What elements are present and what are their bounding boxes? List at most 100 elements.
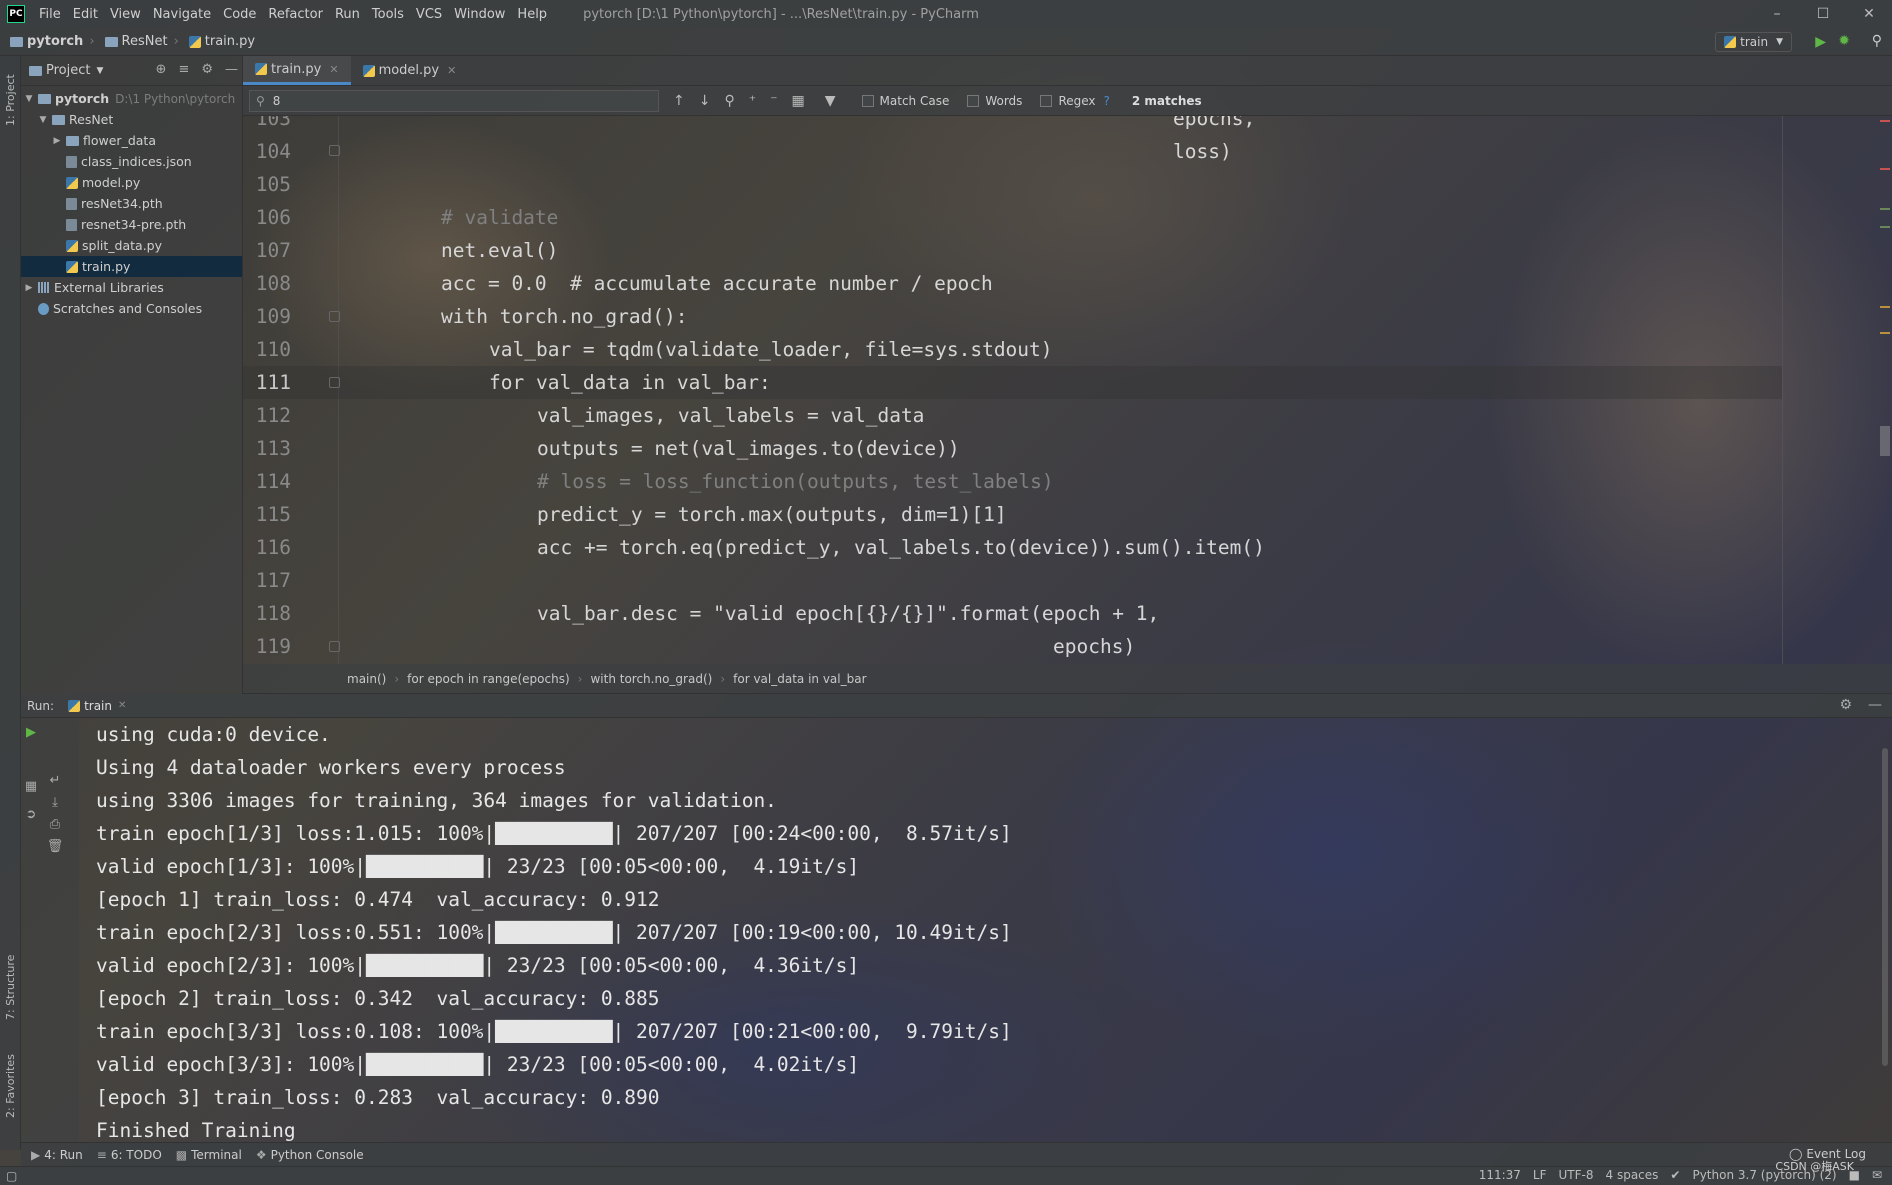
code-line[interactable]: 104 loss) [243, 135, 1232, 168]
menu-tools[interactable]: Tools [366, 7, 410, 22]
words-checkbox[interactable]: Words [967, 94, 1022, 108]
close-icon[interactable]: ✕ [1846, 0, 1892, 28]
fold-icon[interactable] [329, 145, 340, 156]
remove-selection-icon[interactable]: ⁻ [770, 93, 777, 109]
error-marker[interactable] [1880, 120, 1890, 122]
indent-setting[interactable]: 4 spaces [1606, 1168, 1659, 1182]
tree-item-external-libraries[interactable]: ▶ External Libraries [21, 277, 242, 298]
code-line[interactable]: 106 # validate [243, 201, 559, 234]
fold-icon[interactable] [329, 377, 340, 388]
menu-edit[interactable]: Edit [67, 7, 104, 22]
fold-icon[interactable] [329, 311, 340, 322]
stripe-tab-project[interactable]: 1: Project [1, 60, 20, 140]
menu-code[interactable]: Code [217, 7, 262, 22]
code-line-current[interactable]: 111 for val_data in val_bar: [243, 366, 1782, 399]
nav-crumb-file[interactable]: train.py [188, 34, 255, 49]
breadcrumb-item[interactable]: for val_data in val_bar [733, 672, 866, 686]
change-marker[interactable] [1880, 226, 1890, 228]
next-match-icon[interactable]: ↓ [699, 93, 711, 109]
nav-crumb-resnet[interactable]: ResNet › [104, 34, 179, 49]
rerun-icon[interactable]: ▶ [21, 722, 41, 742]
layout-icon[interactable]: ▦ [21, 776, 41, 796]
warning-marker[interactable] [1880, 306, 1890, 308]
regex-help-link[interactable]: ? [1104, 94, 1110, 108]
gear-icon[interactable]: ⚙ [1839, 697, 1852, 713]
expand-arrow-icon[interactable]: ▼ [37, 115, 49, 125]
menu-window[interactable]: Window [448, 7, 511, 22]
close-icon[interactable]: ✕ [447, 64, 456, 77]
file-encoding[interactable]: UTF-8 [1559, 1168, 1594, 1182]
code-line[interactable]: 109 with torch.no_grad(): [243, 300, 688, 333]
caret-position[interactable]: 111:37 [1479, 1168, 1521, 1182]
bottom-tab-todo[interactable]: ≡ 6: TODO [97, 1148, 162, 1162]
warning-marker[interactable] [1880, 332, 1890, 334]
find-input[interactable]: ⚲ 8 [249, 89, 659, 112]
tree-item-flower-data[interactable]: ▶ flower_data [21, 130, 242, 151]
tree-item-resnet34-pth[interactable]: resNet34.pth [21, 193, 242, 214]
tree-item-pytorch[interactable]: ▼ pytorch D:\1 Python\pytorch [21, 88, 242, 109]
stripe-tab-structure[interactable]: 7: Structure [1, 946, 20, 1028]
scroll-to-end-icon[interactable]: ⤓ [45, 792, 65, 812]
tree-item-resnet34-pre[interactable]: resnet34-pre.pth [21, 214, 242, 235]
tree-item-scratches[interactable]: Scratches and Consoles [21, 298, 242, 319]
bottom-tab-terminal[interactable]: ▩ Terminal [176, 1148, 242, 1162]
code-line[interactable]: 113 outputs = net(val_images.to(device)) [243, 432, 960, 465]
run-config-selector[interactable]: train ▼ [1715, 32, 1792, 52]
tree-item-split-data[interactable]: split_data.py [21, 235, 242, 256]
code-line[interactable]: 112 val_images, val_labels = val_data [243, 399, 925, 432]
code-line[interactable]: 107 net.eval() [243, 234, 559, 267]
menu-navigate[interactable]: Navigate [147, 7, 217, 22]
hide-icon[interactable]: — [1868, 697, 1882, 713]
filter-icon[interactable]: ▼ [825, 93, 836, 109]
bottom-tab-run[interactable]: ▶ 4: Run [31, 1148, 83, 1162]
menu-file[interactable]: File [33, 7, 67, 22]
tree-item-class-indices[interactable]: class_indices.json [21, 151, 242, 172]
breadcrumb-item[interactable]: for epoch in range(epochs) [407, 672, 569, 686]
menu-vcs[interactable]: VCS [410, 7, 448, 22]
pin-icon[interactable]: ➲ [21, 804, 41, 824]
code-line[interactable]: 116 acc += torch.eq(predict_y, val_label… [243, 531, 1265, 564]
menu-refactor[interactable]: Refactor [262, 7, 329, 22]
notifications-icon[interactable]: ✉ [1872, 1168, 1882, 1182]
run-console[interactable]: using cuda:0 device. Using 4 dataloader … [80, 718, 1892, 1142]
search-icon[interactable]: ⚲ [1872, 33, 1882, 49]
stripe-tab-favorites[interactable]: 2: Favorites [1, 1046, 20, 1126]
close-icon[interactable]: ✕ [118, 700, 126, 711]
chevron-down-icon[interactable]: ▼ [96, 66, 103, 76]
code-line[interactable]: 119 epochs) [243, 630, 1135, 663]
add-selection-icon[interactable]: ⁺ [749, 93, 756, 109]
project-title[interactable]: Project [46, 63, 90, 78]
previous-match-icon[interactable]: ↑ [673, 93, 685, 109]
checkbox-box[interactable] [861, 94, 874, 107]
hide-icon[interactable]: — [225, 62, 238, 77]
menu-view[interactable]: View [104, 7, 147, 22]
select-all-icon[interactable]: ▦ [792, 93, 805, 109]
bottom-tab-python-console[interactable]: ❖ Python Console [256, 1148, 364, 1162]
checkbox-box[interactable] [1040, 94, 1053, 107]
code-line[interactable]: 103 epochs, [243, 116, 1255, 135]
checkbox-box[interactable] [967, 94, 980, 107]
expand-arrow-icon[interactable]: ▼ [23, 94, 35, 104]
debug-icon[interactable]: ✹ [1838, 33, 1850, 49]
close-icon[interactable]: ✕ [329, 63, 338, 76]
line-separator[interactable]: LF [1533, 1168, 1547, 1182]
run-tab-train[interactable]: train ✕ [68, 699, 126, 713]
code-line[interactable]: 118 val_bar.desc = "valid epoch[{}/{}]".… [243, 597, 1159, 630]
scrollbar-thumb[interactable] [1880, 426, 1890, 456]
tree-item-train-py[interactable]: train.py [21, 256, 242, 277]
fold-icon[interactable] [329, 641, 340, 652]
error-marker[interactable] [1880, 168, 1890, 170]
run-icon[interactable]: ▶ [1815, 34, 1826, 50]
tab-model-py[interactable]: model.py ✕ [351, 56, 469, 85]
nav-crumb-project[interactable]: pytorch › [10, 34, 95, 49]
match-case-checkbox[interactable]: Match Case [861, 94, 949, 108]
menu-help[interactable]: Help [511, 7, 553, 22]
print-icon[interactable]: ⎙ [45, 814, 65, 834]
breadcrumb-item[interactable]: with torch.no_grad() [590, 672, 712, 686]
find-all-icon[interactable]: ⚲ [724, 93, 734, 109]
collapse-arrow-icon[interactable]: ▶ [23, 283, 35, 293]
breadcrumb-item[interactable]: main() [347, 672, 386, 686]
collapse-icon[interactable]: ≡ [178, 62, 189, 77]
trash-icon[interactable]: 🗑 [45, 836, 65, 856]
gear-icon[interactable]: ⚙ [201, 62, 213, 77]
